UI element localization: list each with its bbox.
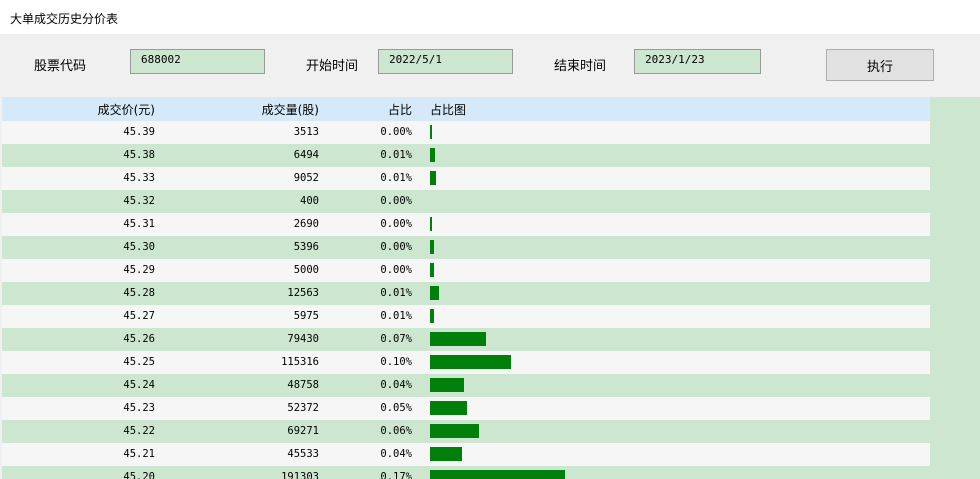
cell-price: 45.31	[123, 218, 155, 230]
cell-volume: 12563	[287, 287, 319, 299]
table-row[interactable]: 45.31 2690 0.00%	[2, 213, 930, 236]
ratio-bar	[430, 447, 462, 461]
table-row[interactable]: 45.38 6494 0.01%	[2, 144, 930, 167]
cell-volume: 5000	[293, 264, 319, 276]
cell-volume: 52372	[287, 402, 319, 414]
cell-volume: 5396	[293, 241, 319, 253]
cell-volume: 400	[300, 195, 319, 207]
scroll-area-strip	[930, 97, 980, 479]
table-row[interactable]: 45.29 5000 0.00%	[2, 259, 930, 282]
cell-volume: 45533	[287, 448, 319, 460]
stock-code-input[interactable]: 688002	[130, 49, 265, 74]
ratio-bar	[430, 378, 464, 392]
ratio-bar	[430, 470, 565, 479]
window-title: 大单成交历史分价表	[10, 12, 119, 26]
ratio-bar	[430, 332, 486, 346]
window-titlebar: 大单成交历史分价表	[0, 0, 980, 35]
cell-price: 45.27	[123, 310, 155, 322]
cell-volume: 69271	[287, 425, 319, 437]
ratio-bar	[430, 309, 434, 323]
table-row[interactable]: 45.32 400 0.00%	[2, 190, 930, 213]
cell-price: 45.25	[123, 356, 155, 368]
table-row[interactable]: 45.23 52372 0.05%	[2, 397, 930, 420]
cell-percent: 0.07%	[380, 333, 412, 345]
table-row[interactable]: 45.20 191303 0.17%	[2, 466, 930, 479]
cell-price: 45.24	[123, 379, 155, 391]
end-time-label: 结束时间	[554, 59, 607, 74]
table-row[interactable]: 45.24 48758 0.04%	[2, 374, 930, 397]
ratio-bar	[430, 424, 479, 438]
cell-volume: 115316	[281, 356, 319, 368]
ratio-bar	[430, 171, 436, 185]
cell-price: 45.32	[123, 195, 155, 207]
cell-percent: 0.01%	[380, 310, 412, 322]
table-row[interactable]: 45.39 3513 0.00%	[2, 121, 930, 144]
cell-volume: 5975	[293, 310, 319, 322]
cell-percent: 0.04%	[380, 448, 412, 460]
cell-volume: 2690	[293, 218, 319, 230]
ratio-bar	[430, 263, 434, 277]
table-row[interactable]: 45.25 115316 0.10%	[2, 351, 930, 374]
table-row[interactable]: 45.27 5975 0.01%	[2, 305, 930, 328]
ratio-bar	[430, 401, 467, 415]
run-button[interactable]: 执行	[826, 49, 934, 81]
table-header: 成交价(元) 成交量(股) 占比 占比图	[2, 97, 930, 121]
cell-price: 45.38	[123, 149, 155, 161]
header-chart: 占比图	[430, 103, 467, 117]
table-row[interactable]: 45.33 9052 0.01%	[2, 167, 930, 190]
cell-price: 45.23	[123, 402, 155, 414]
cell-volume: 6494	[293, 149, 319, 161]
cell-percent: 0.00%	[380, 195, 412, 207]
cell-percent: 0.00%	[380, 126, 412, 138]
cell-volume: 48758	[287, 379, 319, 391]
ratio-bar	[430, 286, 439, 300]
cell-price: 45.39	[123, 126, 155, 138]
cell-percent: 0.04%	[380, 379, 412, 391]
ratio-bar	[430, 240, 434, 254]
table-row[interactable]: 45.21 45533 0.04%	[2, 443, 930, 466]
stock-code-label: 股票代码	[34, 59, 87, 74]
cell-price: 45.21	[123, 448, 155, 460]
ratio-bar	[430, 355, 511, 369]
cell-price: 45.20	[123, 471, 155, 479]
cell-percent: 0.01%	[380, 149, 412, 161]
cell-price: 45.28	[123, 287, 155, 299]
ratio-bar	[430, 217, 432, 231]
table-row[interactable]: 45.22 69271 0.06%	[2, 420, 930, 443]
cell-price: 45.22	[123, 425, 155, 437]
cell-price: 45.33	[123, 172, 155, 184]
cell-volume: 3513	[293, 126, 319, 138]
cell-percent: 0.00%	[380, 241, 412, 253]
start-time-input[interactable]: 2022/5/1	[378, 49, 513, 74]
cell-volume: 191303	[281, 471, 319, 479]
header-volume: 成交量(股)	[261, 103, 319, 117]
cell-percent: 0.00%	[380, 264, 412, 276]
table-row[interactable]: 45.28 12563 0.01%	[2, 282, 930, 305]
cell-percent: 0.10%	[380, 356, 412, 368]
cell-price: 45.29	[123, 264, 155, 276]
header-percent: 占比	[387, 103, 412, 117]
cell-percent: 0.00%	[380, 218, 412, 230]
cell-percent: 0.05%	[380, 402, 412, 414]
ratio-bar	[430, 148, 435, 162]
end-time-input[interactable]: 2023/1/23	[634, 49, 761, 74]
table-row[interactable]: 45.26 79430 0.07%	[2, 328, 930, 351]
table-row[interactable]: 45.30 5396 0.00%	[2, 236, 930, 259]
cell-percent: 0.01%	[380, 172, 412, 184]
cell-percent: 0.01%	[380, 287, 412, 299]
cell-percent: 0.06%	[380, 425, 412, 437]
header-price: 成交价(元)	[97, 103, 155, 117]
start-time-label: 开始时间	[306, 59, 359, 74]
query-panel: 股票代码 688002 开始时间 2022/5/1 结束时间 2023/1/23…	[0, 34, 980, 479]
cell-volume: 79430	[287, 333, 319, 345]
ratio-bar	[430, 125, 432, 139]
cell-volume: 9052	[293, 172, 319, 184]
price-volume-table: 成交价(元) 成交量(股) 占比 占比图 45.39 3513 0.00% 45.38…	[2, 97, 930, 479]
cell-price: 45.26	[123, 333, 155, 345]
cell-price: 45.30	[123, 241, 155, 253]
cell-percent: 0.17%	[380, 471, 412, 479]
